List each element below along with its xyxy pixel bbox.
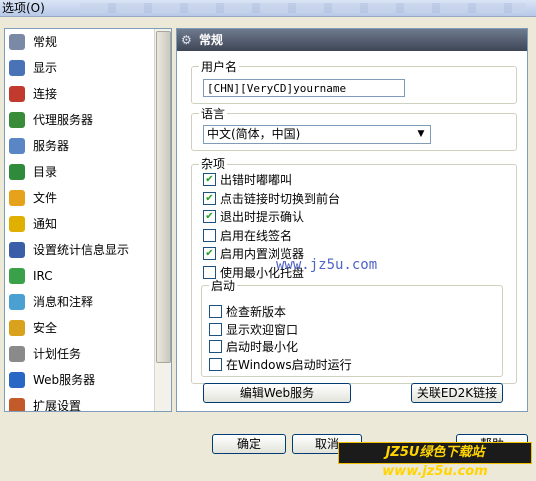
watermark-text: www.jz5u.com	[276, 257, 378, 273]
checkbox-label: 在Windows启动时运行	[226, 357, 352, 372]
checkbox-row[interactable]: ✔ 出错时嘟嘟叫	[203, 171, 292, 189]
checkbox-row[interactable]: ✔ 退出时提示确认	[203, 208, 304, 226]
checkbox[interactable]: ✔	[203, 173, 216, 186]
username-legend: 用户名	[199, 60, 240, 74]
panel-title: 常规	[199, 33, 224, 47]
checkbox-label: 启动时最小化	[226, 340, 299, 354]
checkbox-row[interactable]: 显示欢迎窗口	[209, 321, 298, 339]
irc-icon	[9, 267, 25, 284]
sidebar-item[interactable]: 设置统计信息显示	[9, 239, 129, 261]
checkbox-label: 启用在线签名	[220, 228, 293, 243]
plug-icon	[9, 85, 25, 102]
scrollbar-thumb[interactable]	[156, 31, 171, 363]
notify-icon	[9, 215, 25, 232]
checkbox-label: 显示欢迎窗口	[226, 322, 299, 337]
checkbox[interactable]: ✔	[203, 210, 216, 223]
sidebar-item[interactable]: 计划任务	[9, 343, 81, 365]
sidebar-item[interactable]: 消息和注释	[9, 291, 93, 313]
site-brand-banner: JZ5U绿色下载站 www.jz5u.com	[338, 442, 532, 479]
ok-button[interactable]: 确定	[212, 434, 286, 454]
checkbox-row[interactable]: 启动时最小化	[209, 338, 298, 356]
web-icon	[9, 371, 25, 388]
edit-web-service-button[interactable]: 编辑Web服务	[203, 383, 351, 403]
window-title: 选项(O)	[2, 1, 45, 15]
language-select[interactable]: 中文(简体，中国) ▼	[203, 125, 431, 144]
blurred-toolbar	[80, 3, 526, 13]
sidebar-item-label: 显示	[33, 61, 58, 75]
checkbox-label: 检查新版本	[226, 305, 287, 319]
sidebar-item-label: 计划任务	[33, 347, 82, 361]
sidebar-item-label: 通知	[33, 217, 58, 231]
checkbox[interactable]	[209, 357, 222, 371]
sidebar-item-label: 安全	[33, 321, 58, 335]
checkbox-row[interactable]: 在Windows启动时运行	[209, 356, 352, 374]
server-icon	[9, 137, 25, 154]
checkbox[interactable]: ✔	[203, 247, 216, 260]
startup-legend: 启动	[209, 279, 238, 293]
checkbox[interactable]	[203, 228, 216, 242]
schedule-icon	[9, 345, 25, 362]
sidebar-item[interactable]: 连接	[9, 83, 57, 105]
sidebar-item[interactable]: 文件	[9, 187, 57, 209]
sidebar-item[interactable]: 常规	[9, 31, 57, 53]
misc-legend: 杂项	[199, 157, 228, 171]
sidebar-item-label: 设置统计信息显示	[33, 243, 130, 257]
checkbox-label: 点击链接时切换到前台	[220, 191, 341, 206]
sidebar-item[interactable]: 安全	[9, 317, 57, 339]
sidebar-item[interactable]: 扩展设置	[9, 395, 82, 412]
language-legend: 语言	[199, 107, 228, 121]
checkbox-row[interactable]: 检查新版本	[209, 303, 286, 321]
stats-icon	[9, 241, 25, 258]
sidebar-item[interactable]: 代理服务器	[9, 109, 93, 131]
sidebar-item[interactable]: 目录	[9, 161, 57, 183]
sidebar: 常规显示连接代理服务器服务器目录文件通知设置统计信息显示 IRC 消息和注释安全计划…	[4, 28, 172, 412]
panel-header: ⚙ 常规	[177, 29, 527, 51]
sidebar-item-label: 扩展设置	[33, 399, 82, 412]
sidebar-scrollbar[interactable]	[154, 29, 171, 411]
message-icon	[9, 293, 25, 310]
checkbox[interactable]	[209, 305, 222, 318]
settings-panel: ⚙ 常规 用户名 [CHN][VeryCD]yourname 语言 中文(简体，…	[176, 28, 528, 412]
file-icon	[9, 189, 25, 206]
language-value: 中文(简体，中国)	[207, 127, 301, 141]
sidebar-item[interactable]: IRC	[9, 265, 53, 287]
checkbox[interactable]	[203, 265, 216, 279]
sidebar-item-label: 常规	[33, 35, 58, 49]
proxy-icon	[9, 111, 25, 128]
checkbox-label: 出错时嘟嘟叫	[220, 173, 293, 187]
gear-icon	[9, 33, 25, 50]
extend-icon	[9, 397, 25, 411]
sidebar-item[interactable]: 通知	[9, 213, 57, 235]
checkbox[interactable]	[209, 322, 222, 336]
sidebar-item-label: Web服务器	[33, 373, 96, 387]
checkbox[interactable]	[209, 340, 222, 353]
username-input[interactable]: [CHN][VeryCD]yourname	[203, 79, 405, 97]
lock-icon	[9, 319, 25, 336]
folder-icon	[9, 163, 25, 180]
checkbox-label: 退出时提示确认	[220, 210, 305, 224]
sidebar-item-label: 消息和注释	[33, 295, 94, 309]
sidebar-item[interactable]: 服务器	[9, 135, 69, 157]
gear-icon: ⚙	[181, 33, 192, 47]
sidebar-item-label: 文件	[33, 191, 58, 205]
sidebar-item[interactable]: Web服务器	[9, 369, 95, 391]
sidebar-item-label: 目录	[33, 165, 58, 179]
title-bar: 选项(O)	[0, 0, 536, 17]
checkbox[interactable]: ✔	[203, 191, 216, 205]
sidebar-item-label: 服务器	[33, 139, 70, 153]
monitor-icon	[9, 59, 25, 76]
sidebar-item[interactable]: 显示	[9, 57, 57, 79]
associate-ed2k-button[interactable]: 关联ED2K链接	[411, 383, 503, 403]
checkbox-row[interactable]: 启用在线签名	[203, 227, 292, 245]
chevron-down-icon[interactable]: ▼	[413, 127, 429, 142]
sidebar-item-label: 代理服务器	[33, 113, 94, 127]
sidebar-item-label: IRC	[33, 269, 53, 283]
sidebar-item-label: 连接	[33, 87, 58, 101]
checkbox-row[interactable]: ✔ 点击链接时切换到前台	[203, 190, 340, 208]
